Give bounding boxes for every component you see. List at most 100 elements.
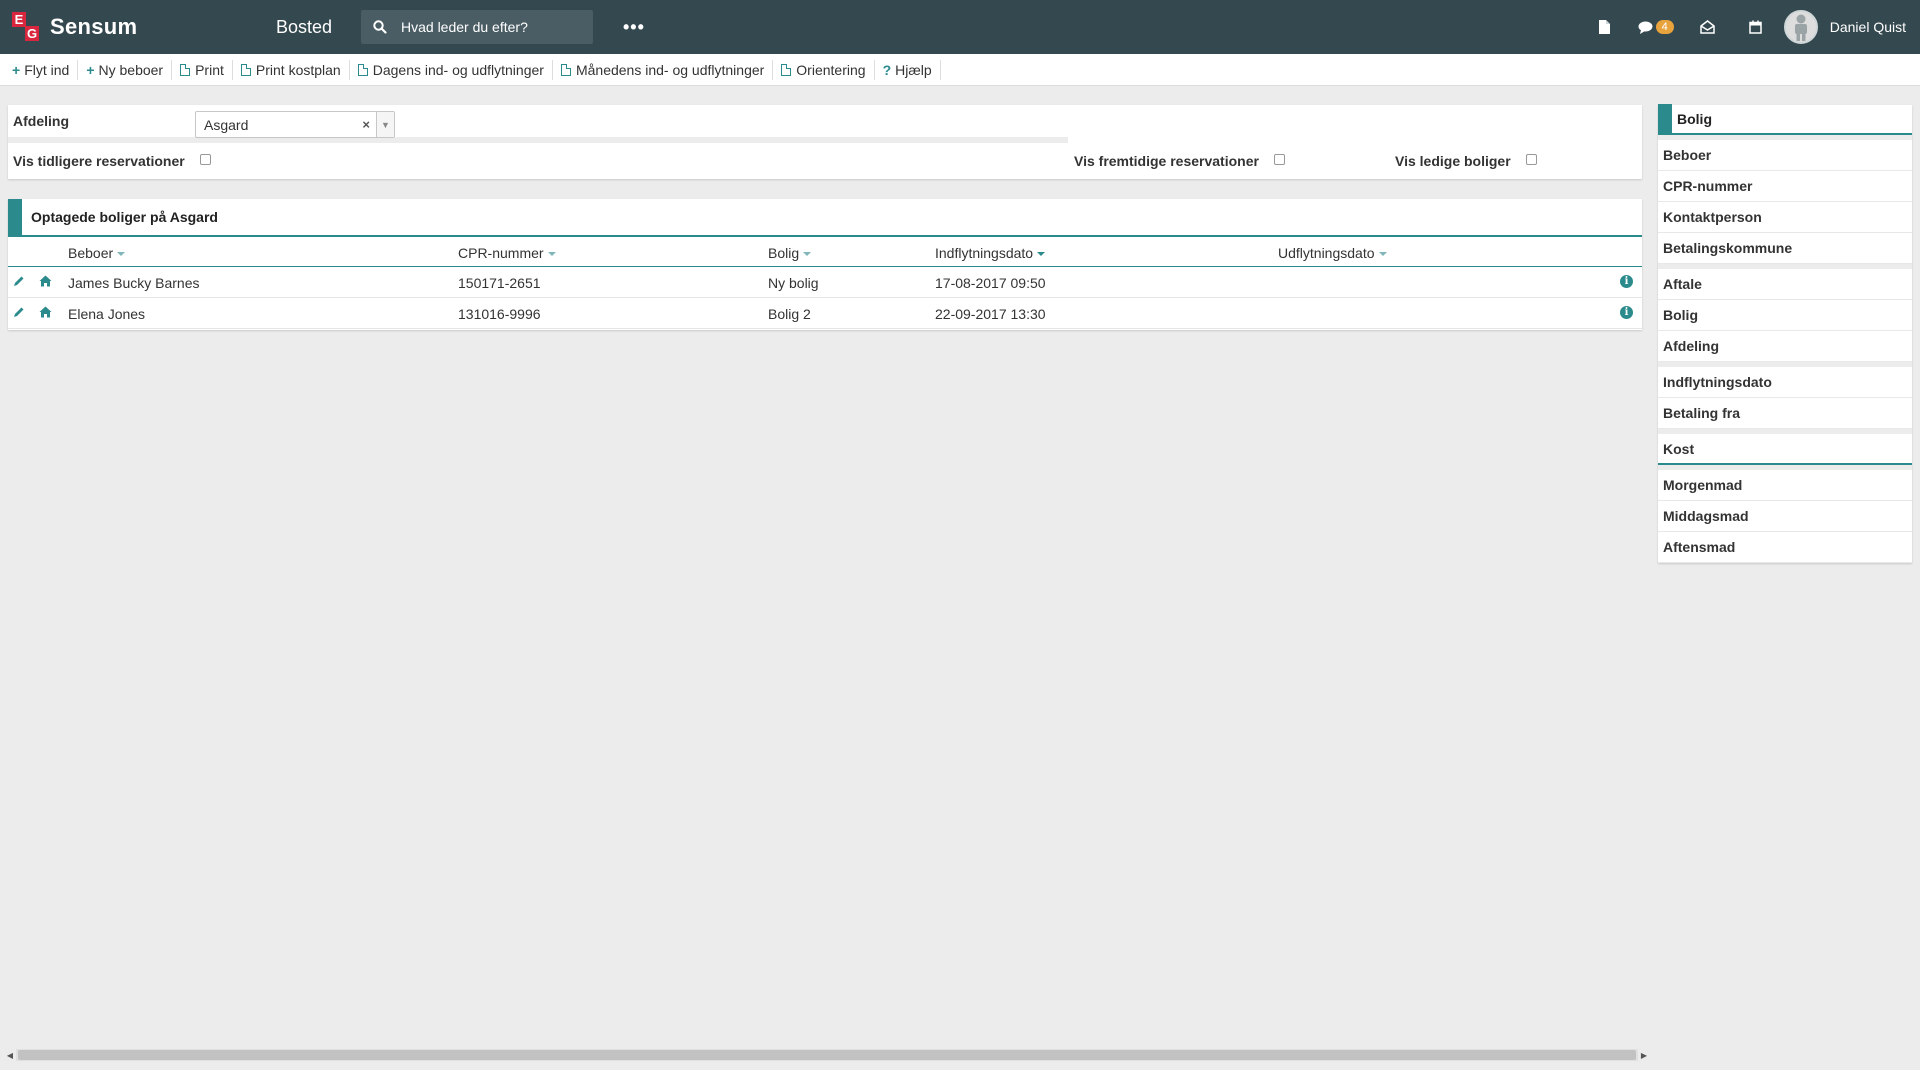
column-header-cpr[interactable]: CPR-nummer [458, 245, 556, 261]
vis-ledige-label: Vis ledige boliger [1395, 153, 1511, 169]
scrollbar-thumb[interactable] [18, 1050, 1636, 1060]
dagens-flytninger-button[interactable]: Dagens ind- og udflytninger [350, 59, 553, 80]
home-icon[interactable] [39, 306, 52, 318]
sidebar-item-cpr-nummer[interactable]: CPR-nummer [1658, 171, 1912, 202]
pdf-icon [180, 63, 191, 76]
afdeling-select[interactable]: Asgard × ▼ [195, 111, 395, 138]
vis-tidligere-checkbox[interactable] [200, 154, 211, 165]
sort-caret-icon [1037, 252, 1046, 257]
sort-caret-icon [803, 252, 812, 257]
user-name[interactable]: Daniel Quist [1830, 19, 1906, 35]
column-header-bolig[interactable]: Bolig [768, 245, 812, 261]
scroll-right-arrow-icon[interactable]: ▶ [1638, 1048, 1650, 1062]
sidebar-item-afdeling[interactable]: Afdeling [1658, 331, 1912, 362]
pencil-icon[interactable] [13, 275, 25, 287]
ny-beboer-button[interactable]: + Ny beboer [78, 59, 173, 80]
search-icon [373, 20, 387, 34]
toolbar-label: Ny beboer [98, 61, 164, 78]
document-button[interactable] [1580, 0, 1628, 54]
table-header: Beboer CPR-nummer Bolig Indflytningsdato… [8, 237, 1642, 267]
column-header-beboer[interactable]: Beboer [68, 245, 126, 261]
cell-bolig: Ny bolig [768, 275, 819, 291]
cell-cpr: 150171-2651 [458, 275, 541, 291]
cell-bolig: Bolig 2 [768, 306, 811, 322]
pencil-icon[interactable] [13, 306, 25, 318]
info-icon[interactable]: i [1620, 275, 1633, 288]
action-toolbar: + Flyt ind + Ny beboer Print Print kostpla… [0, 54, 1920, 86]
cell-beboer: Elena Jones [68, 306, 146, 322]
table-row[interactable]: James Bucky Barnes 150171-2651 Ny bolig … [8, 267, 1642, 298]
messages-button[interactable]: 4 [1628, 0, 1684, 54]
toolbar-label: Dagens ind- og udflytninger [372, 61, 544, 78]
user-avatar[interactable] [1783, 10, 1818, 44]
scroll-left-arrow-icon[interactable]: ◀ [4, 1048, 16, 1062]
maanedens-flytninger-button[interactable]: Månedens ind- og udflytninger [553, 59, 774, 80]
chevron-down-icon[interactable]: ▼ [376, 112, 394, 137]
panel-title: Optagede boliger på Asgard [31, 209, 218, 225]
pdf-icon [781, 63, 792, 76]
print-kostplan-button[interactable]: Print kostplan [233, 59, 350, 80]
question-icon: ? [882, 61, 892, 78]
toolbar-label: Print kostplan [255, 61, 341, 78]
accent-bar [1658, 104, 1672, 134]
hjaelp-button[interactable]: ? Hjælp [875, 59, 941, 80]
cell-indflytningsdato: 22-09-2017 13:30 [935, 306, 1046, 322]
sidebar-item-aftensmad[interactable]: Aftensmad [1658, 532, 1912, 563]
vis-fremtidige-checkbox[interactable] [1274, 154, 1285, 165]
vis-ledige-checkbox[interactable] [1526, 154, 1537, 165]
message-count-badge: 4 [1655, 20, 1674, 34]
column-label: Bolig [768, 245, 800, 261]
plus-icon: + [86, 61, 95, 78]
column-label: Indflytningsdato [935, 245, 1034, 261]
sidebar-item-aftale[interactable]: Aftale [1658, 269, 1912, 300]
search-input[interactable] [401, 19, 571, 35]
sidebar-item-kontaktperson[interactable]: Kontaktperson [1658, 202, 1912, 233]
clear-icon[interactable]: × [362, 117, 370, 132]
pdf-icon [357, 63, 368, 76]
sidebar-header: Bolig [1658, 104, 1912, 135]
pdf-icon [240, 63, 251, 76]
sidebar-item-bolig[interactable]: Bolig [1658, 300, 1912, 331]
toolbar-label: Flyt ind [24, 61, 70, 78]
inbox-button[interactable] [1684, 0, 1732, 54]
sidebar-item-middagsmad[interactable]: Middagsmad [1658, 501, 1912, 532]
accent-bar [8, 199, 22, 235]
sidebar-section-kost[interactable]: Kost [1658, 434, 1912, 465]
occupied-homes-panel: Optagede boliger på Asgard Beboer CPR-nu… [8, 199, 1642, 330]
cell-cpr: 131016-9996 [458, 306, 541, 322]
sidebar-item-beboer[interactable]: Beboer [1658, 140, 1912, 171]
afdeling-row: Afdeling Asgard × ▼ [8, 105, 1068, 143]
envelope-open-icon [1700, 20, 1715, 34]
sort-caret-icon [547, 252, 556, 257]
toolbar-label: Orientering [796, 61, 866, 78]
info-icon[interactable]: i [1620, 306, 1633, 319]
vis-tidligere-label: Vis tidligere reservationer [13, 153, 185, 169]
column-header-udflytningsdato[interactable]: Udflytningsdato [1278, 245, 1387, 261]
scrollbar-track[interactable] [16, 1049, 1638, 1061]
flyt-ind-button[interactable]: + Flyt ind [4, 59, 79, 80]
print-button[interactable]: Print [172, 59, 233, 80]
column-header-indflytningsdato[interactable]: Indflytningsdato [935, 245, 1046, 261]
sidebar-item-morgenmad[interactable]: Morgenmad [1658, 470, 1912, 501]
home-icon[interactable] [39, 275, 52, 287]
horizontal-scrollbar[interactable]: ◀ ▶ [4, 1048, 1650, 1062]
sidebar-item-indflytningsdato[interactable]: Indflytningsdato [1658, 367, 1912, 398]
sort-caret-icon [1378, 252, 1387, 257]
table-row[interactable]: Elena Jones 131016-9996 Bolig 2 22-09-20… [8, 298, 1642, 329]
sidebar-item-betalingskommune[interactable]: Betalingskommune [1658, 233, 1912, 264]
column-label: Beboer [68, 245, 114, 261]
more-menu-button[interactable]: ••• [623, 18, 645, 36]
orientering-button[interactable]: Orientering [773, 59, 875, 80]
sidebar-item-betaling-fra[interactable]: Betaling fra [1658, 398, 1912, 429]
calendar-button[interactable] [1732, 0, 1780, 54]
top-navigation-bar: E G Sensum Bosted ••• 4 Daniel Quist [0, 0, 1920, 54]
search-box[interactable] [361, 10, 593, 44]
calendar-icon [1749, 20, 1762, 34]
vis-fremtidige-label: Vis fremtidige reservationer [1074, 153, 1259, 169]
column-label: Udflytningsdato [1278, 245, 1375, 261]
app-name: Sensum [50, 14, 138, 39]
module-title[interactable]: Bosted [276, 17, 361, 38]
cell-indflytningsdato: 17-08-2017 09:50 [935, 275, 1046, 291]
eg-logo-mark: E G [12, 12, 40, 42]
app-logo[interactable]: E G Sensum [12, 12, 262, 42]
